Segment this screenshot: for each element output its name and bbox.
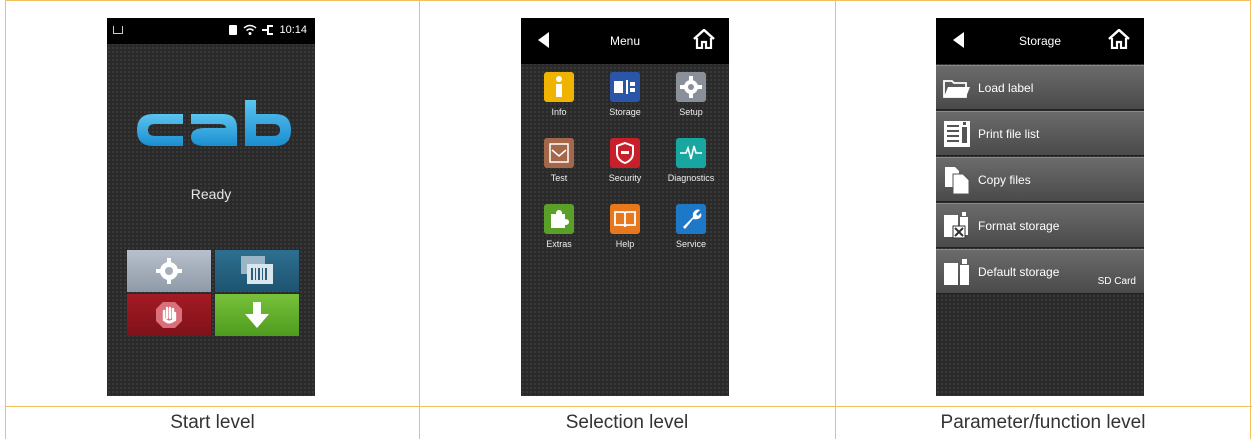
status-text: Ready <box>190 186 232 202</box>
settings-button[interactable] <box>127 250 211 292</box>
function-level-screen: Storage Load label Print file list Copy … <box>936 18 1144 396</box>
menu-item-label: Info <box>551 107 567 117</box>
format-storage-icon <box>944 212 968 239</box>
menu-item-label: Setup <box>679 107 703 117</box>
feed-button[interactable] <box>215 294 299 336</box>
storage-icon <box>610 72 640 102</box>
menu-item-diagnostics[interactable]: Diagnostics <box>659 138 723 200</box>
book-icon <box>610 204 640 234</box>
folder-open-icon <box>943 80 970 98</box>
pulse-icon <box>676 138 706 168</box>
test-icon <box>544 138 574 168</box>
list-item-label: Default storage <box>978 265 1060 279</box>
list-item-copy-files[interactable]: Copy files <box>936 157 1144 202</box>
divider <box>419 1 420 439</box>
list-item-label: Format storage <box>978 219 1060 233</box>
menu-item-setup[interactable]: Setup <box>659 72 723 134</box>
menu-item-label: Storage <box>609 107 641 117</box>
menu-item-label: Service <box>675 239 706 249</box>
gear-icon <box>156 258 182 284</box>
cancel-button[interactable] <box>127 294 211 336</box>
list-item-label: Print file list <box>978 127 1040 141</box>
copy-files-icon <box>945 167 970 195</box>
arrow-down-icon <box>245 302 269 328</box>
status-bar: 10:14 <box>107 18 315 44</box>
default-storage-icon <box>944 259 969 285</box>
menu-item-test[interactable]: Test <box>527 138 591 200</box>
home-icon[interactable] <box>693 29 715 49</box>
labels-icon <box>241 256 273 284</box>
puzzle-icon <box>544 204 574 234</box>
menu-item-info[interactable]: Info <box>527 72 591 134</box>
menu-item-security[interactable]: Security <box>593 138 657 200</box>
gear-icon <box>676 72 706 102</box>
menu-item-extras[interactable]: Extras <box>527 204 591 266</box>
storage-status-icon <box>229 25 238 35</box>
cab-logo <box>137 100 291 146</box>
wrench-icon <box>676 204 706 234</box>
divider <box>835 1 836 439</box>
start-level-screen: 10:14 Ready <box>107 18 315 396</box>
menu-item-label: Test <box>550 173 568 183</box>
list-item-print-file-list[interactable]: Print file list <box>936 111 1144 156</box>
file-list-icon <box>944 121 970 147</box>
list-item-format-storage[interactable]: Format storage <box>936 203 1144 248</box>
list-item-load-label[interactable]: Load label <box>936 65 1144 110</box>
labels-button[interactable] <box>215 250 299 292</box>
clock: 10:14 <box>279 24 307 36</box>
network-icon <box>262 25 274 35</box>
menu-item-storage[interactable]: Storage <box>593 72 657 134</box>
wifi-icon <box>243 24 257 35</box>
list-item-default-storage[interactable]: Default storage SD Card <box>936 249 1144 294</box>
tray-icon <box>113 26 123 34</box>
shield-icon <box>610 138 640 168</box>
title-bar: Storage <box>936 18 1144 64</box>
list-item-label: Copy files <box>978 173 1031 187</box>
home-icon[interactable] <box>1108 29 1130 49</box>
caption-selection-level: Selection level <box>565 412 689 433</box>
setting-value: SD Card <box>1097 276 1136 287</box>
stop-hand-icon <box>156 302 182 328</box>
caption-divider <box>6 406 1252 407</box>
selection-level-screen: Menu Info Storage Setup Test Security Di… <box>521 18 729 396</box>
menu-item-label: Security <box>608 173 642 183</box>
menu-item-label: Help <box>615 239 635 249</box>
menu-item-label: Diagnostics <box>667 173 715 183</box>
list-item-label: Load label <box>978 81 1034 95</box>
caption-function-level: Parameter/function level <box>940 412 1146 433</box>
menu-item-service[interactable]: Service <box>659 204 723 266</box>
caption-start-level: Start level <box>170 412 255 433</box>
title-bar: Menu <box>521 18 729 64</box>
menu-item-label: Extras <box>546 239 572 249</box>
menu-item-help[interactable]: Help <box>593 204 657 266</box>
info-icon <box>544 72 574 102</box>
